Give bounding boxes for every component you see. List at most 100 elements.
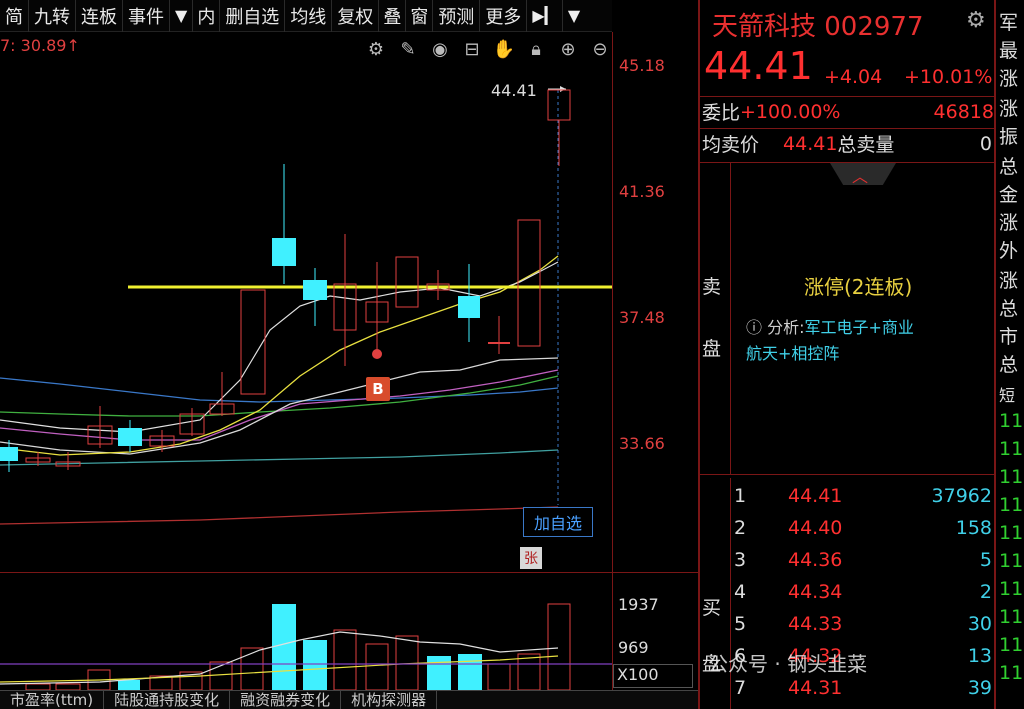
weibi-label: 委比 — [702, 102, 741, 124]
tab-northbound[interactable]: 陆股通持股变化 — [104, 691, 231, 709]
total-sell-label: 总卖量 — [837, 134, 895, 156]
strip-value: 11 — [999, 578, 1024, 600]
strip-value: 11 — [999, 662, 1024, 684]
bid-price: 44.36 — [788, 549, 843, 571]
strip-value: 11 — [999, 522, 1024, 544]
chart-icon-bar: ⚙ ✎ ◉ ⊟ ✋ 🔒︎ ⊕ ⊖ — [360, 38, 616, 60]
weicha-value: 46818 — [933, 100, 994, 123]
volume-bars — [0, 603, 612, 690]
candle — [240, 289, 266, 395]
ma-line-30 — [0, 449, 559, 466]
bid-row[interactable]: 1 44.41 37962 — [734, 480, 994, 512]
bid-volume: 37962 — [931, 485, 992, 507]
limit-up-marker: 张 — [520, 547, 542, 569]
strip-label: 军 — [999, 12, 1019, 34]
sell-side-label-1: 卖 — [702, 276, 722, 298]
price-change: +4.04 — [824, 66, 883, 88]
price-axis: 45.18 41.36 37.48 33.66 — [612, 32, 698, 692]
bid-level: 1 — [734, 485, 747, 507]
strip-value: 11 — [999, 438, 1024, 460]
strip-value: 11 — [999, 494, 1024, 516]
candlestick-chart[interactable] — [0, 0, 612, 690]
limit-price-label: 44.41 — [491, 81, 537, 100]
hand-icon[interactable]: ✋ — [488, 38, 520, 60]
strip-value: 11 — [999, 410, 1024, 432]
gear-icon[interactable]: ⚙ — [966, 8, 986, 33]
volume-tick: 969 — [618, 638, 649, 657]
strip-label: 短 — [999, 386, 1016, 405]
bid-row[interactable]: 3 44.36 5 — [734, 544, 994, 576]
strip-value: 11 — [999, 550, 1024, 572]
price-tick: 41.36 — [619, 182, 665, 201]
candle — [547, 89, 571, 121]
strip-label: 振 — [999, 126, 1019, 148]
last-price: 44.41 — [704, 44, 813, 88]
candle — [395, 256, 419, 308]
sell-orderbook: 卖 盘 ︿ 涨停(2连板) ⓘ 分析:军工电子+商业 航天+相控阵 — [700, 162, 996, 475]
avg-sell-row: 均卖价 44.41 总卖量 0 — [700, 128, 996, 158]
buy-signal-marker[interactable]: B — [366, 377, 390, 401]
tab-margin[interactable]: 融资融券变化 — [230, 691, 342, 709]
bid-volume: 30 — [967, 613, 992, 635]
total-sell-value: 0 — [979, 132, 992, 155]
bid-volume: 158 — [955, 517, 992, 539]
strip-label: 最 — [999, 40, 1019, 62]
analysis-prefix: 分析: — [767, 318, 805, 337]
tab-pe-ttm[interactable]: 市盈率(ttm) — [0, 691, 105, 709]
sell-side-label-2: 盘 — [702, 338, 722, 360]
strip-label: 涨 — [999, 98, 1019, 120]
bid-volume: 2 — [979, 581, 992, 603]
bid-volume: 13 — [967, 645, 992, 667]
quote-panel: 天箭科技 002977 ⚙ 44.41 +4.04 +10.01% 委比 +10… — [698, 0, 996, 709]
analysis-concept-2[interactable]: 航天+相控阵 — [746, 344, 839, 363]
strip-label: 总 — [999, 298, 1019, 320]
eye-icon[interactable]: ◉ — [424, 38, 456, 60]
basket-icon[interactable]: ⊟ — [456, 38, 488, 60]
bid-price: 44.40 — [788, 517, 843, 539]
bid-price: 44.34 — [788, 581, 843, 603]
bid-level: 4 — [734, 581, 747, 603]
strip-value: 11 — [999, 466, 1024, 488]
candle — [517, 219, 541, 347]
analysis-text: ⓘ 分析:军工电子+商业 航天+相控阵 — [746, 315, 992, 367]
tab-institution[interactable]: 机构探测器 — [341, 691, 438, 709]
zoom-in-icon[interactable]: ⊕ — [552, 38, 584, 60]
ma-line-60 — [0, 506, 559, 525]
strip-value: 11 — [999, 634, 1024, 656]
strip-label: 涨 — [999, 270, 1019, 292]
pen-icon[interactable]: ✎ — [392, 38, 424, 60]
bid-price: 44.41 — [788, 485, 843, 507]
watermark: 公众号 · 钢头韭菜 — [708, 652, 868, 676]
price-change-pct: +10.01% — [904, 66, 993, 88]
avg-sell-value: 44.41 — [783, 132, 838, 155]
strip-label: 总 — [999, 354, 1019, 376]
indicator-tabs: 市盈率(ttm) 陆股通持股变化 融资融券变化 机构探测器 — [0, 690, 698, 709]
volume-unit[interactable]: X100 — [613, 664, 693, 688]
ma-line-20 — [0, 377, 559, 403]
lock-icon[interactable]: 🔒︎ — [520, 38, 552, 60]
price-tick: 37.48 — [619, 308, 665, 327]
strip-label: 总 — [999, 156, 1019, 178]
chevron-up-icon[interactable]: ︿ — [852, 163, 868, 187]
bid-level: 7 — [734, 677, 747, 699]
strip-label: 市 — [999, 326, 1019, 348]
price-tick: 45.18 — [619, 56, 665, 75]
add-favorite-button[interactable]: 加自选 — [523, 507, 593, 537]
low-marker — [372, 349, 382, 359]
stock-name-code: 天箭科技 002977 — [712, 12, 924, 42]
limit-up-tag: 涨停(2连板) — [804, 275, 913, 299]
info-icon: ⓘ — [746, 318, 768, 337]
bid-level: 5 — [734, 613, 747, 635]
bid-price: 44.31 — [788, 677, 843, 699]
bid-price: 44.33 — [788, 613, 843, 635]
bid-row[interactable]: 4 44.34 2 — [734, 576, 994, 608]
stats-strip: 军 最 涨 涨 振 总 金 涨 外 涨 总 市 总 短 11 11 11 11 … — [994, 0, 1024, 709]
buy-side-label-1: 买 — [702, 597, 722, 619]
strip-label: 外 — [999, 240, 1019, 262]
price-tick: 33.66 — [619, 434, 665, 453]
analysis-concept-1[interactable]: 军工电子+商业 — [805, 318, 914, 337]
settings-icon[interactable]: ⚙ — [360, 38, 392, 60]
volume-tick: 1937 — [618, 595, 659, 614]
bid-row[interactable]: 5 44.33 30 — [734, 608, 994, 640]
bid-row[interactable]: 2 44.40 158 — [734, 512, 994, 544]
